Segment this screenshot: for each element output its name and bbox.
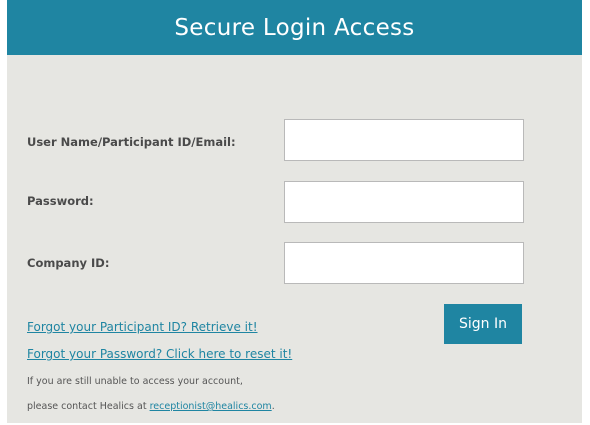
- support-email-link[interactable]: receptionist@healics.com: [150, 401, 272, 412]
- username-field[interactable]: [284, 119, 524, 161]
- company-id-label: Company ID:: [27, 256, 110, 270]
- company-id-field[interactable]: [284, 242, 524, 284]
- help-text-prefix: please contact Healics at: [27, 401, 150, 412]
- username-label: User Name/Participant ID/Email:: [27, 135, 236, 149]
- password-field[interactable]: [284, 181, 524, 223]
- help-text-line-2: please contact Healics at receptionist@h…: [27, 401, 275, 412]
- login-header: Secure Login Access: [7, 0, 582, 55]
- password-label: Password:: [27, 194, 94, 208]
- forgot-password-link[interactable]: Forgot your Password? Click here to rese…: [27, 347, 292, 361]
- page-title: Secure Login Access: [174, 14, 415, 41]
- help-text-suffix: .: [271, 401, 275, 412]
- help-text-line-1: If you are still unable to access your a…: [27, 376, 243, 387]
- sign-in-button[interactable]: Sign In: [444, 304, 522, 344]
- forgot-participant-id-link[interactable]: Forgot your Participant ID? Retrieve it!: [27, 320, 258, 334]
